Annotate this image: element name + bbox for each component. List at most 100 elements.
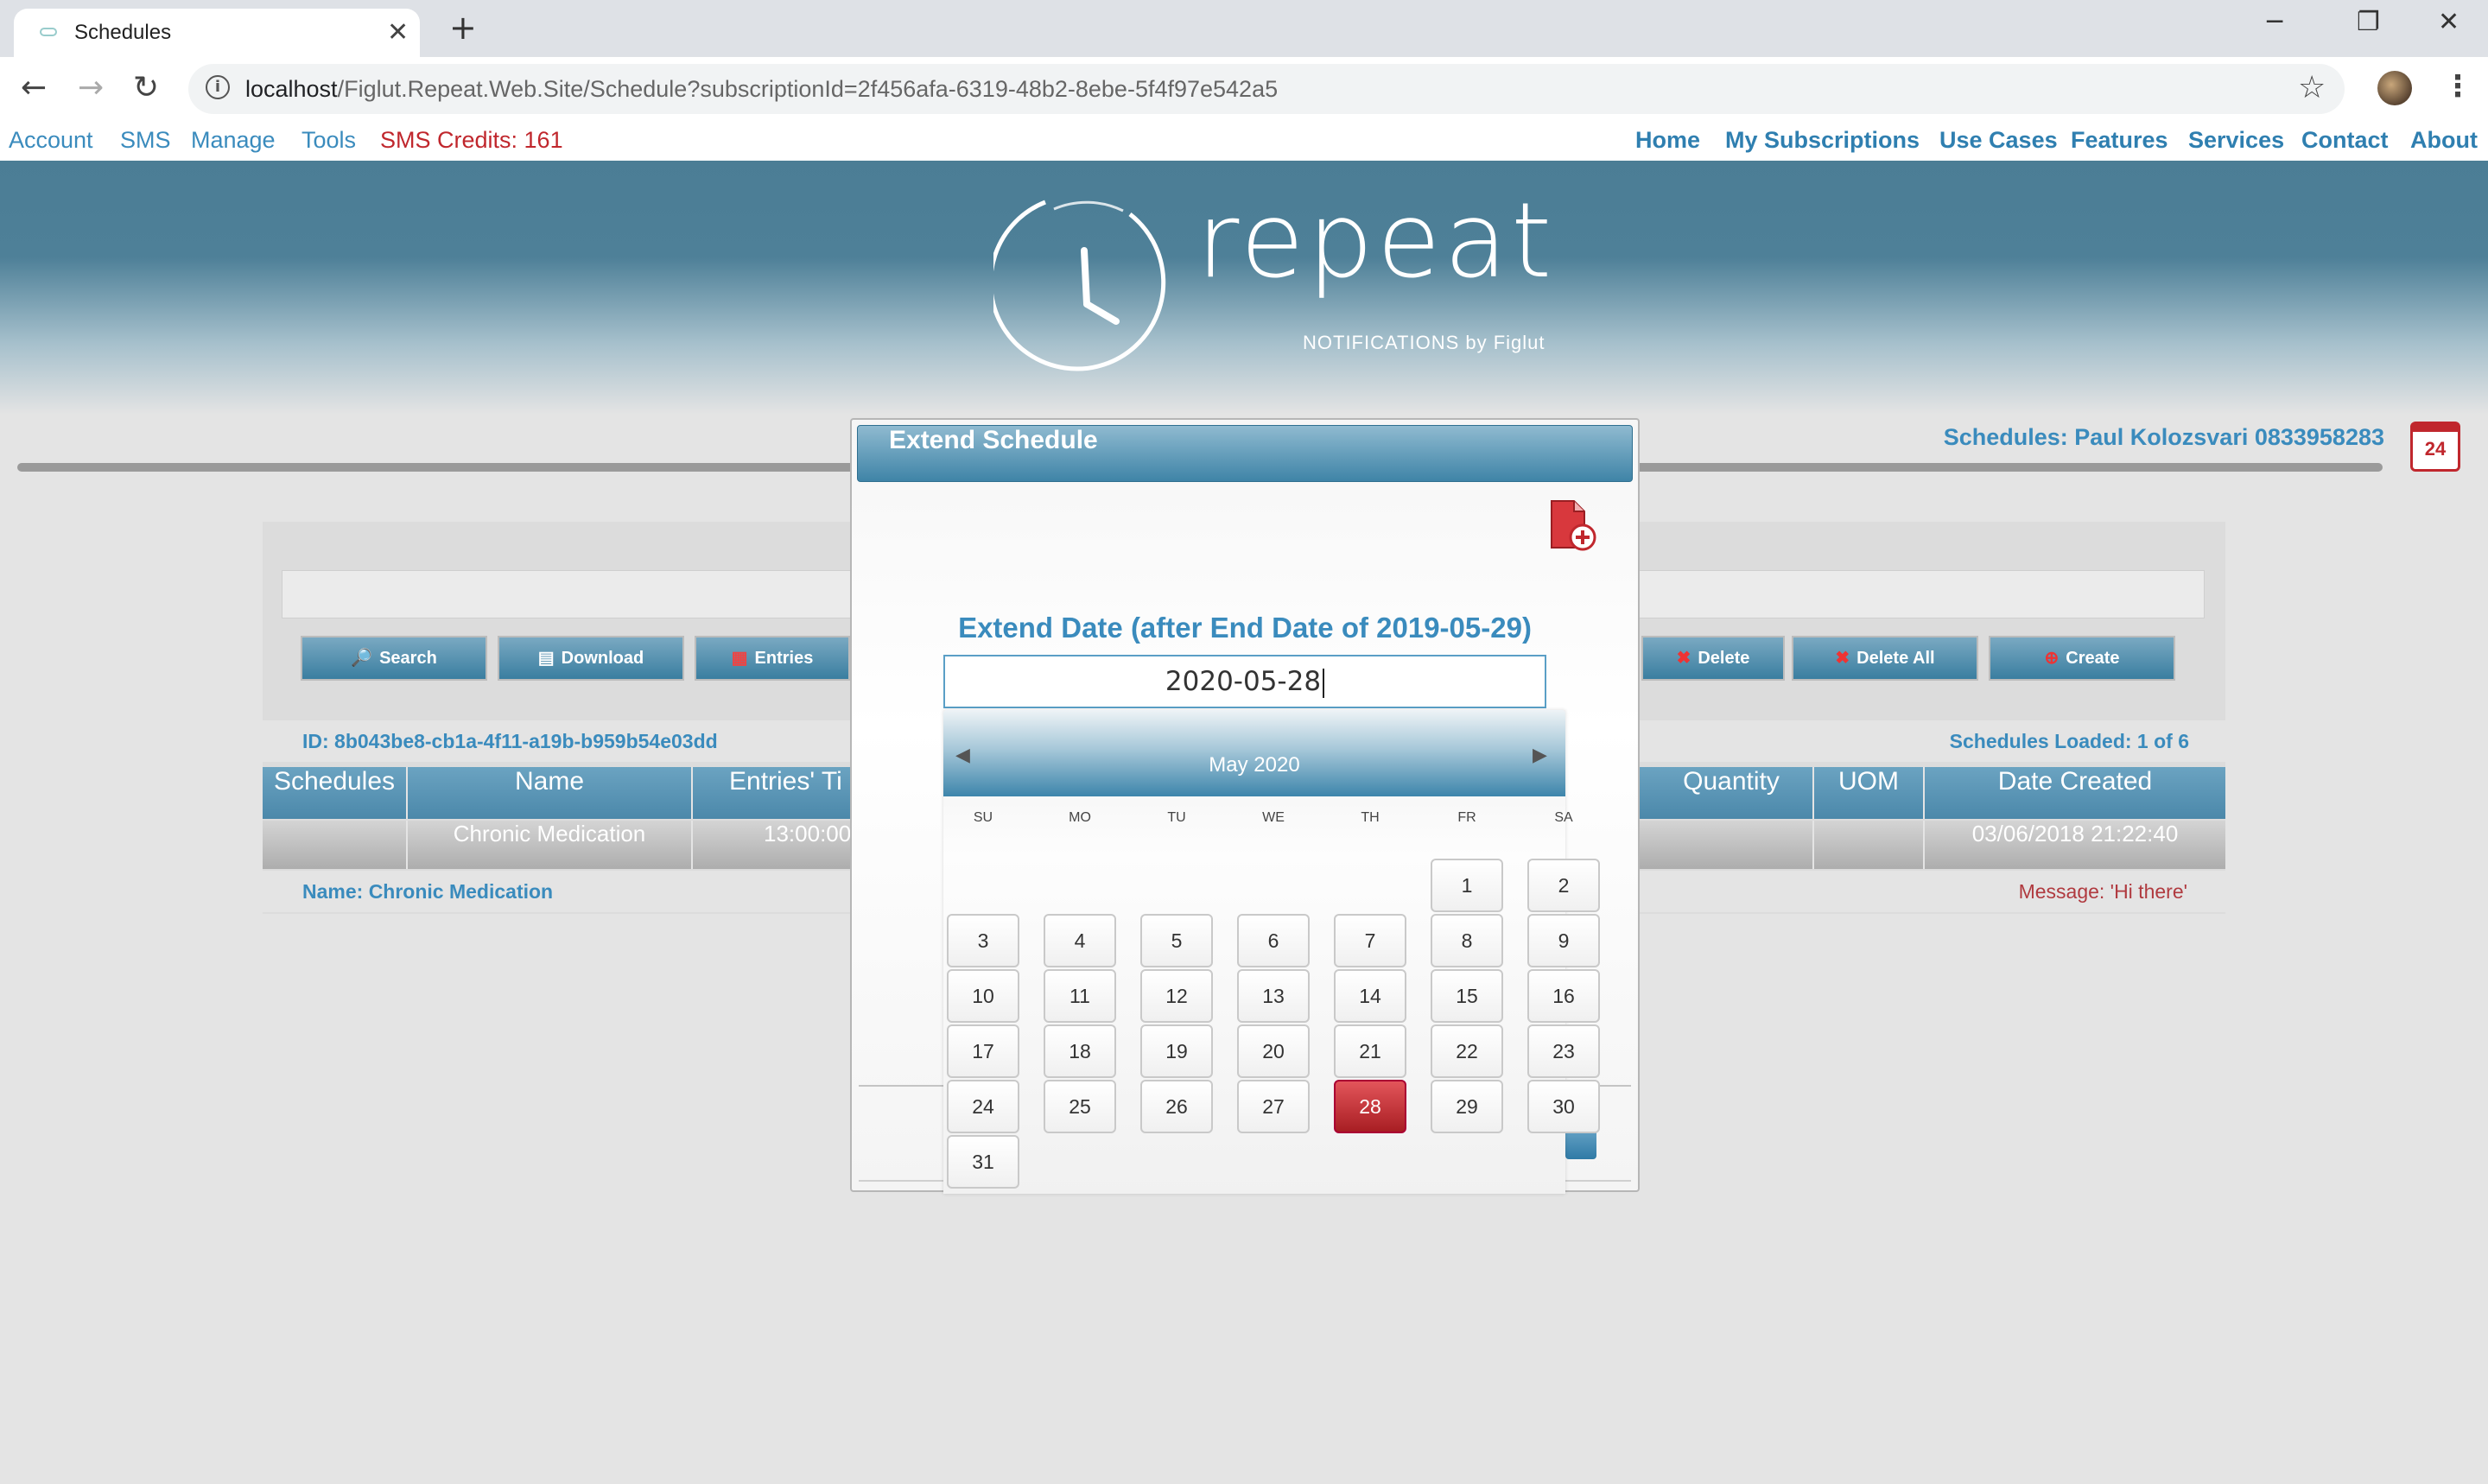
extend-date-value: 2020-05-28 (1165, 666, 1322, 697)
day-cell[interactable]: 3 (947, 914, 1019, 967)
logo-wordmark: repeat (1196, 181, 1556, 301)
day-cell[interactable]: 22 (1431, 1024, 1503, 1078)
day-cell[interactable]: 2 (1527, 859, 1600, 912)
delete-all-button[interactable]: ✖ Delete All (1792, 636, 1978, 681)
day-cell[interactable]: 10 (947, 969, 1019, 1023)
cell-entries-time: 13:00:00 (693, 821, 854, 869)
datepicker-header: ◀ ▶ May 2020 (943, 710, 1565, 796)
minimize-icon[interactable]: ─ (2267, 5, 2282, 40)
day-cell[interactable]: 23 (1527, 1024, 1600, 1078)
day-cell[interactable]: 21 (1334, 1024, 1406, 1078)
create-button[interactable]: ⊕ Create (1989, 636, 2175, 681)
nav-tools[interactable]: Tools (301, 125, 356, 155)
day-cell[interactable]: 5 (1140, 914, 1213, 967)
day-cell[interactable]: 6 (1237, 914, 1310, 967)
day-cell[interactable]: 9 (1527, 914, 1600, 967)
browser-tab[interactable]: Schedules ✕ (14, 9, 420, 57)
day-cell[interactable]: 13 (1237, 969, 1310, 1023)
day-cell[interactable]: 11 (1044, 969, 1116, 1023)
extend-date-label: Extend Date (after End Date of 2019-05-2… (958, 612, 1532, 644)
day-cell-selected[interactable]: 28 (1334, 1080, 1406, 1133)
delete-button-label: Delete (1698, 649, 1750, 668)
weekday-tu: TU (1167, 810, 1186, 825)
nav-sms[interactable]: SMS (120, 125, 171, 155)
col-name[interactable]: Name (408, 767, 693, 819)
dialog-title: Extend Schedule (889, 426, 1098, 454)
nav-manage[interactable]: Manage (191, 125, 276, 155)
bookmark-star-icon[interactable]: ☆ (2298, 69, 2326, 107)
browser-tabstrip: Schedules ✕ + ─ ❐ ✕ (0, 0, 2488, 57)
search-icon: 🔎 (351, 649, 373, 668)
day-cell[interactable]: 18 (1044, 1024, 1116, 1078)
download-button[interactable]: ▤ Download (498, 636, 684, 681)
url-path: /Figlut.Repeat.Web.Site/Schedule?subscri… (337, 76, 1279, 102)
forward-icon[interactable]: → (78, 69, 104, 107)
new-tab-icon[interactable]: + (449, 10, 477, 45)
col-schedules[interactable]: Schedules (263, 767, 408, 819)
schedule-id: ID: 8b043be8-cb1a-4f11-a19b-b959b54e03dd (302, 730, 718, 752)
profile-avatar[interactable] (2377, 71, 2412, 105)
day-cell[interactable]: 27 (1237, 1080, 1310, 1133)
text-caret (1323, 668, 1325, 698)
col-uom[interactable]: UOM (1814, 767, 1925, 819)
page-title: Schedules: Paul Kolozsvari 0833958283 (1943, 424, 2384, 450)
detail-message: Message: 'Hi there' (2018, 880, 2187, 903)
weekday-su: SU (973, 810, 993, 825)
day-cell[interactable]: 1 (1431, 859, 1503, 912)
day-cell[interactable]: 14 (1334, 969, 1406, 1023)
day-cell[interactable]: 8 (1431, 914, 1503, 967)
day-cell[interactable]: 19 (1140, 1024, 1213, 1078)
search-button[interactable]: 🔎 Search (301, 636, 487, 681)
day-cell[interactable]: 4 (1044, 914, 1116, 967)
day-cell[interactable]: 26 (1140, 1080, 1213, 1133)
site-info-icon[interactable]: i (206, 75, 230, 99)
nav-about[interactable]: About (2410, 125, 2478, 155)
search-button-label: Search (379, 649, 437, 668)
url-text[interactable]: localhost/Figlut.Repeat.Web.Site/Schedul… (245, 64, 1278, 114)
col-date-created[interactable]: Date Created (1925, 767, 2225, 819)
day-cell[interactable]: 7 (1334, 914, 1406, 967)
day-cell[interactable]: 17 (947, 1024, 1019, 1078)
create-button-label: Create (2066, 649, 2120, 668)
day-cell[interactable]: 15 (1431, 969, 1503, 1023)
entries-button[interactable]: ▦ Entries (695, 636, 850, 681)
restore-icon[interactable]: ❐ (2357, 5, 2380, 40)
reload-icon[interactable]: ↻ (133, 69, 159, 107)
sms-credits: SMS Credits: 161 (380, 127, 563, 153)
extend-date-input[interactable]: 2020-05-28 (943, 655, 1546, 708)
favicon-icon (40, 28, 57, 36)
nav-home[interactable]: Home (1635, 125, 1700, 155)
nav-contact[interactable]: Contact (2301, 125, 2389, 155)
site-nav: Account SMS Manage Tools SMS Credits: 16… (0, 121, 2488, 161)
col-quantity[interactable]: Quantity (1650, 767, 1814, 819)
nav-features[interactable]: Features (2071, 125, 2168, 155)
browser-menu-icon[interactable]: ⋮ (2443, 67, 2472, 105)
delete-button[interactable]: ✖ Delete (1641, 636, 1785, 681)
entries-icon: ▦ (731, 649, 748, 668)
nav-my-subscriptions[interactable]: My Subscriptions (1725, 125, 1920, 155)
close-tab-icon[interactable]: ✕ (387, 16, 409, 50)
close-window-icon[interactable]: ✕ (2438, 5, 2459, 40)
weekday-we: WE (1262, 810, 1285, 825)
dialog-header[interactable]: Extend Schedule (857, 425, 1633, 482)
cell-name: Chronic Medication (408, 821, 693, 869)
back-icon[interactable]: ← (21, 69, 47, 107)
nav-account[interactable]: Account (9, 125, 93, 155)
create-icon: ⊕ (2044, 649, 2060, 668)
day-cell[interactable]: 30 (1527, 1080, 1600, 1133)
nav-use-cases[interactable]: Use Cases (1939, 125, 2058, 155)
day-cell[interactable]: 20 (1237, 1024, 1310, 1078)
day-cell[interactable]: 16 (1527, 969, 1600, 1023)
download-button-label: Download (561, 649, 644, 668)
day-cell[interactable]: 12 (1140, 969, 1213, 1023)
col-entries-time[interactable]: Entries' Ti (693, 767, 854, 819)
address-bar[interactable]: i localhost/Figlut.Repeat.Web.Site/Sched… (188, 64, 2345, 114)
nav-services[interactable]: Services (2188, 125, 2284, 155)
day-cell[interactable]: 31 (947, 1135, 1019, 1189)
day-cell[interactable]: 24 (947, 1080, 1019, 1133)
datepicker: ◀ ▶ May 2020 SU MO TU WE TH FR SA 1 2 3 4 5 6 7 8 9 10 11… (943, 710, 1600, 1194)
day-cell[interactable]: 29 (1431, 1080, 1503, 1133)
document-add-icon[interactable] (1548, 499, 1598, 553)
day-cell[interactable]: 25 (1044, 1080, 1116, 1133)
calendar-icon[interactable]: 24 (2410, 422, 2460, 472)
